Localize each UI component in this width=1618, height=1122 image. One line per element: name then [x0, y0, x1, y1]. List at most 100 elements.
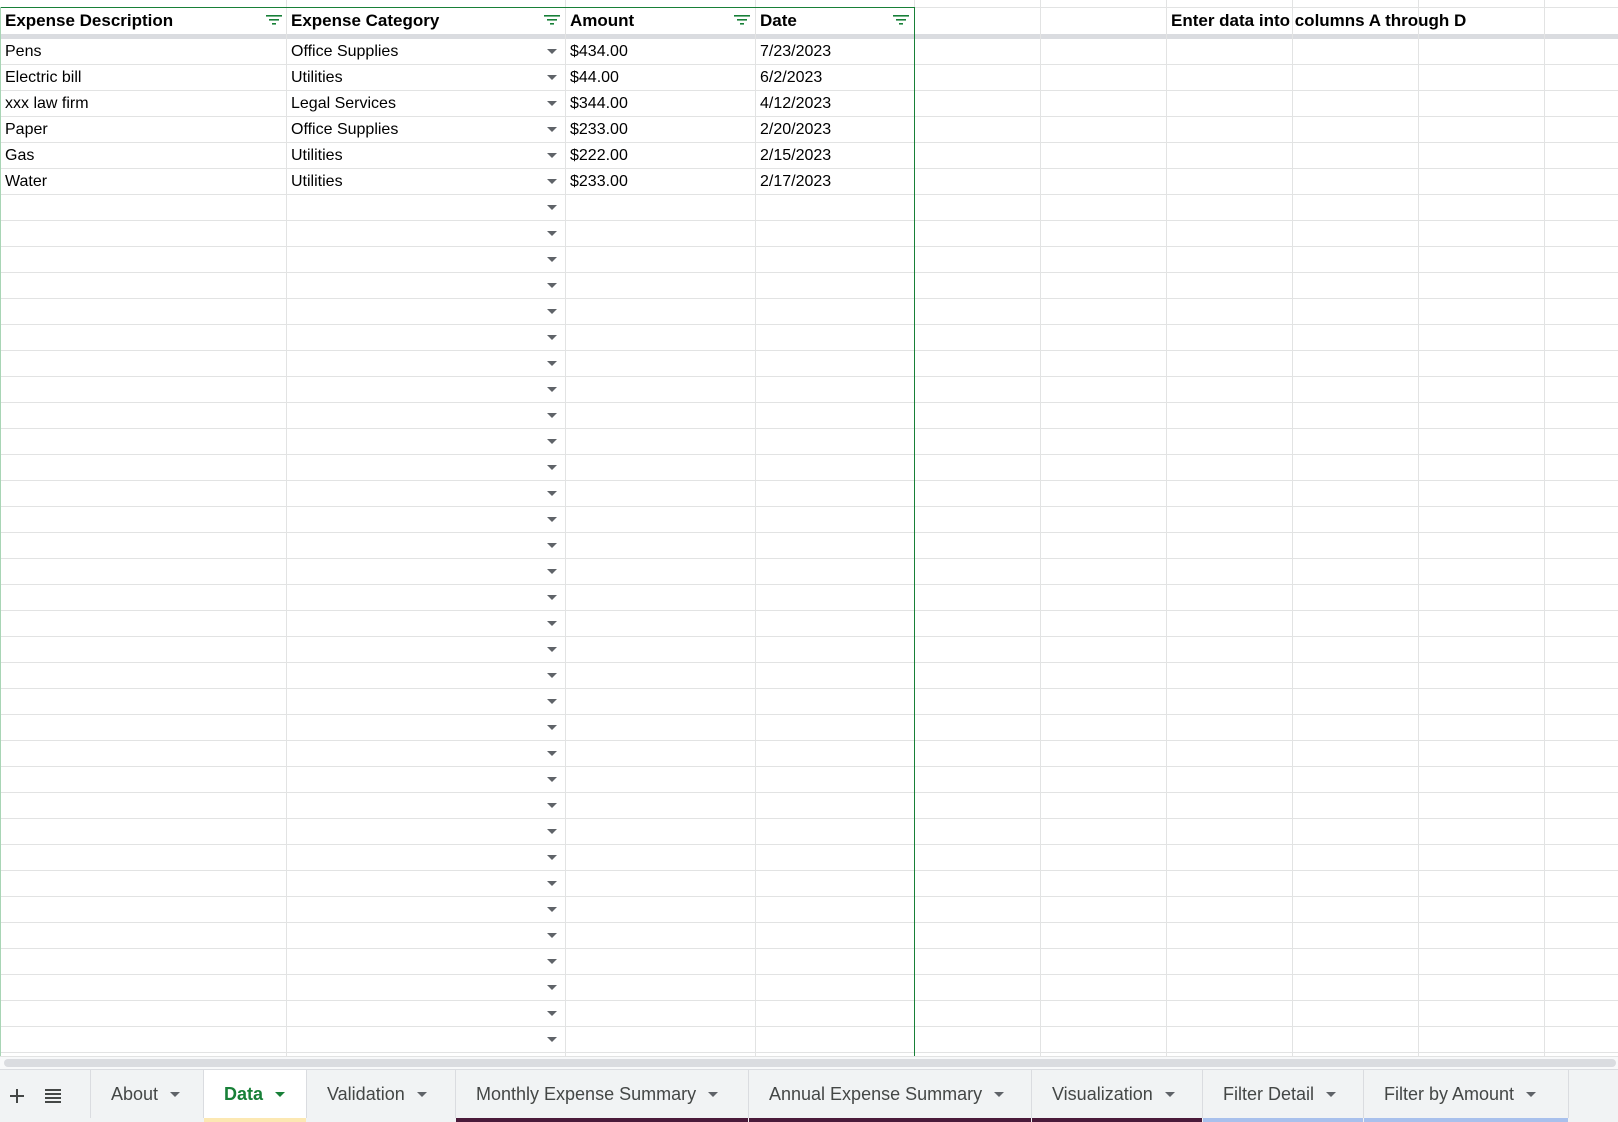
cell-amount[interactable]: $434.00 — [565, 39, 755, 65]
dropdown-arrow-icon[interactable] — [547, 335, 557, 340]
dropdown-arrow-icon[interactable] — [547, 205, 557, 210]
cell-description[interactable]: Gas — [0, 143, 286, 169]
cell-amount[interactable]: $344.00 — [565, 91, 755, 117]
tab-about[interactable]: About — [90, 1070, 204, 1118]
chevron-down-icon[interactable] — [1526, 1091, 1537, 1097]
cell-category[interactable]: Legal Services — [286, 91, 565, 117]
cell-amount[interactable]: $233.00 — [565, 117, 755, 143]
chevron-down-icon[interactable] — [275, 1091, 286, 1097]
tab-annual-expense-summary[interactable]: Annual Expense Summary — [749, 1070, 1032, 1122]
dropdown-arrow-icon[interactable] — [547, 179, 557, 184]
dropdown-arrow-icon[interactable] — [547, 725, 557, 730]
dropdown-arrow-icon[interactable] — [547, 257, 557, 262]
cell-amount[interactable]: $44.00 — [565, 65, 755, 91]
dropdown-arrow-icon[interactable] — [547, 699, 557, 704]
dropdown-arrow-icon[interactable] — [547, 907, 557, 912]
scrollbar-thumb[interactable] — [4, 1059, 1616, 1067]
cell-amount[interactable]: $233.00 — [565, 169, 755, 195]
dropdown-arrow-icon[interactable] — [547, 283, 557, 288]
cell-category[interactable]: Office Supplies — [286, 39, 565, 65]
header-cell-b[interactable]: Expense Category — [286, 8, 564, 34]
cell-date[interactable]: 6/2/2023 — [755, 65, 914, 91]
cell-date[interactable]: 2/17/2023 — [755, 169, 914, 195]
dropdown-arrow-icon[interactable] — [547, 673, 557, 678]
horizontal-scrollbar[interactable] — [0, 1056, 1618, 1069]
column-gridline — [1544, 0, 1545, 1056]
chevron-down-icon[interactable] — [1164, 1091, 1175, 1097]
spreadsheet-grid[interactable]: Expense Description Expense Category Amo… — [0, 0, 1618, 1056]
row-gridline — [0, 584, 1618, 585]
dropdown-arrow-icon[interactable] — [547, 985, 557, 990]
row-gridline — [0, 636, 1618, 637]
dropdown-arrow-icon[interactable] — [547, 465, 557, 470]
tab-filter-by-amount[interactable]: Filter by Amount — [1364, 1070, 1569, 1122]
filter-icon[interactable] — [266, 14, 282, 26]
dropdown-arrow-icon[interactable] — [547, 751, 557, 756]
dropdown-arrow-icon[interactable] — [547, 855, 557, 860]
dropdown-arrow-icon[interactable] — [547, 829, 557, 834]
dropdown-arrow-icon[interactable] — [547, 75, 557, 80]
row-gridline — [0, 298, 1618, 299]
dropdown-arrow-icon[interactable] — [547, 491, 557, 496]
dropdown-arrow-icon[interactable] — [547, 361, 557, 366]
cell-category[interactable]: Office Supplies — [286, 117, 565, 143]
list-icon[interactable] — [38, 1078, 68, 1114]
tab-color-indicator — [204, 1118, 306, 1122]
dropdown-arrow-icon[interactable] — [547, 933, 557, 938]
dropdown-arrow-icon[interactable] — [547, 153, 557, 158]
dropdown-arrow-icon[interactable] — [547, 803, 557, 808]
header-cell-d[interactable]: Date — [755, 8, 913, 34]
dropdown-arrow-icon[interactable] — [547, 959, 557, 964]
chevron-down-icon[interactable] — [994, 1091, 1005, 1097]
dropdown-arrow-icon[interactable] — [547, 413, 557, 418]
cell-date[interactable]: 2/15/2023 — [755, 143, 914, 169]
filter-icon[interactable] — [734, 14, 750, 26]
chevron-down-icon[interactable] — [708, 1091, 719, 1097]
tab-monthly-expense-summary[interactable]: Monthly Expense Summary — [456, 1070, 749, 1122]
dropdown-arrow-icon[interactable] — [547, 127, 557, 132]
cell-category[interactable]: Utilities — [286, 65, 565, 91]
cell-category[interactable]: Utilities — [286, 169, 565, 195]
cell-amount[interactable]: $222.00 — [565, 143, 755, 169]
cell-description[interactable]: Electric bill — [0, 65, 286, 91]
row-gridline — [0, 246, 1618, 247]
dropdown-arrow-icon[interactable] — [547, 1037, 557, 1042]
cell-category[interactable]: Utilities — [286, 143, 565, 169]
dropdown-arrow-icon[interactable] — [547, 439, 557, 444]
header-cell-a[interactable]: Expense Description — [0, 8, 284, 34]
header-cell-c[interactable]: Amount — [565, 8, 755, 34]
dropdown-arrow-icon[interactable] — [547, 517, 557, 522]
sheet-tab-bar: About Data Validation Monthly Expense Su… — [0, 1069, 1618, 1122]
dropdown-arrow-icon[interactable] — [547, 49, 557, 54]
tab-filter-detail[interactable]: Filter Detail — [1203, 1070, 1364, 1122]
chevron-down-icon[interactable] — [170, 1091, 181, 1097]
chevron-down-icon[interactable] — [416, 1091, 427, 1097]
dropdown-arrow-icon[interactable] — [547, 777, 557, 782]
dropdown-arrow-icon[interactable] — [547, 543, 557, 548]
cell-date[interactable]: 4/12/2023 — [755, 91, 914, 117]
cell-description[interactable]: Paper — [0, 117, 286, 143]
tab-validation[interactable]: Validation — [307, 1070, 456, 1118]
tab-data[interactable]: Data — [204, 1070, 307, 1122]
tab-visualization[interactable]: Visualization — [1032, 1070, 1203, 1122]
dropdown-arrow-icon[interactable] — [547, 1011, 557, 1016]
cell-date[interactable]: 2/20/2023 — [755, 117, 914, 143]
dropdown-arrow-icon[interactable] — [547, 647, 557, 652]
dropdown-arrow-icon[interactable] — [547, 881, 557, 886]
cell-description[interactable]: Water — [0, 169, 286, 195]
chevron-down-icon[interactable] — [1326, 1091, 1337, 1097]
dropdown-arrow-icon[interactable] — [547, 595, 557, 600]
dropdown-arrow-icon[interactable] — [547, 621, 557, 626]
plus-icon[interactable] — [2, 1078, 32, 1114]
cell-date[interactable]: 7/23/2023 — [755, 39, 914, 65]
filter-icon[interactable] — [893, 14, 909, 26]
dropdown-arrow-icon[interactable] — [547, 569, 557, 574]
dropdown-arrow-icon[interactable] — [547, 231, 557, 236]
dropdown-arrow-icon[interactable] — [547, 387, 557, 392]
dropdown-arrow-icon[interactable] — [547, 309, 557, 314]
filter-icon[interactable] — [544, 14, 560, 26]
header-cell-h[interactable]: Enter data into columns A through D — [1166, 8, 1606, 34]
dropdown-arrow-icon[interactable] — [547, 101, 557, 106]
cell-description[interactable]: xxx law firm — [0, 91, 286, 117]
cell-description[interactable]: Pens — [0, 39, 286, 65]
